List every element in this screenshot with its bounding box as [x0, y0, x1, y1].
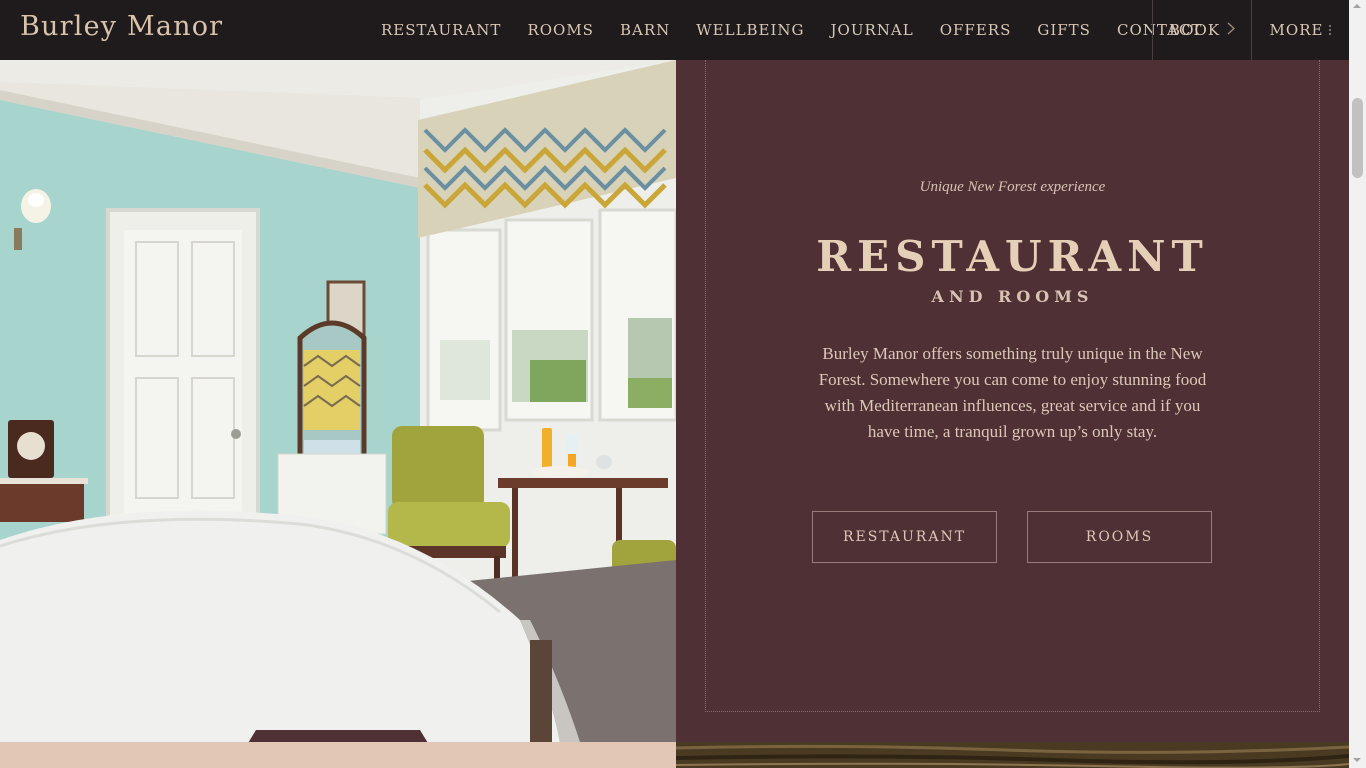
book-button[interactable]: BOOK	[1153, 0, 1251, 60]
nav-item-gifts[interactable]: GIFTS	[1024, 21, 1104, 39]
brand-logo[interactable]: Burley Manor	[20, 11, 223, 42]
hero-subtitle: AND ROOMS	[931, 287, 1094, 306]
next-section-right	[676, 742, 1349, 768]
main-menu: RESTAURANT ROOMS BARN WELLBEING JOURNAL …	[368, 0, 1215, 60]
more-menu-button[interactable]: MORE	[1252, 0, 1349, 60]
intro-panel: Unique New Forest experience RESTAURANT …	[676, 60, 1349, 742]
bedroom-image	[0, 60, 676, 742]
hero-description: Burley Manor offers something truly uniq…	[818, 344, 1207, 441]
page-scrollbar[interactable]	[1349, 0, 1366, 768]
nav-item-rooms[interactable]: ROOMS	[514, 21, 607, 39]
nav-item-restaurant[interactable]: RESTAURANT	[368, 21, 514, 39]
carousel-bar-shape	[248, 730, 428, 742]
nav-item-wellbeing[interactable]: WELLBEING	[683, 21, 817, 39]
more-button-label: MORE	[1269, 21, 1324, 39]
hero-photo	[0, 60, 676, 742]
hero-title: RESTAURANT	[816, 232, 1209, 281]
nav-item-offers[interactable]: OFFERS	[927, 21, 1025, 39]
book-button-label: BOOK	[1168, 21, 1221, 39]
wood-texture-image	[676, 742, 1349, 768]
scroll-down-arrow-icon[interactable]	[1353, 758, 1361, 762]
chevron-right-icon	[1227, 21, 1236, 39]
rooms-button[interactable]: ROOMS	[1027, 511, 1212, 563]
next-section-left	[0, 742, 676, 768]
scrollbar-thumb[interactable]	[1352, 98, 1363, 178]
restaurant-button[interactable]: RESTAURANT	[812, 511, 997, 563]
hero-tagline: Unique New Forest experience	[919, 179, 1106, 195]
nav-item-journal[interactable]: JOURNAL	[818, 21, 927, 39]
carousel-indicators	[242, 730, 434, 742]
top-navigation: Burley Manor RESTAURANT ROOMS BARN WELLB…	[0, 0, 1349, 60]
nav-item-barn[interactable]: BARN	[607, 21, 683, 39]
scroll-up-arrow-icon[interactable]	[1353, 4, 1361, 8]
vertical-dots-icon	[1329, 25, 1332, 35]
